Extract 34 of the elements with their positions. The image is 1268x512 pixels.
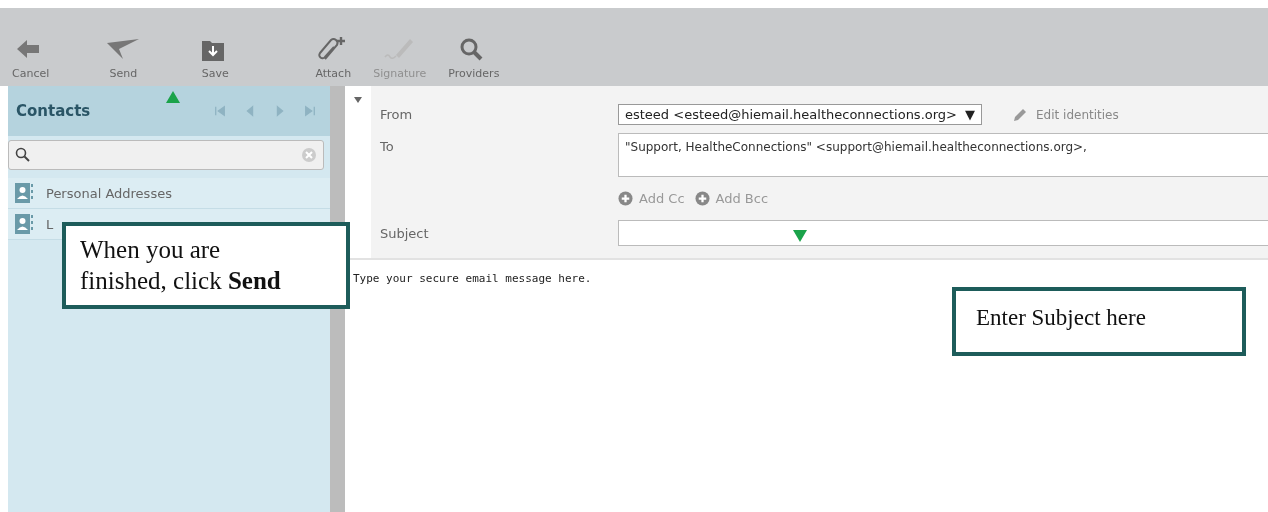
plus-circle-icon <box>694 191 710 206</box>
save-button[interactable]: Save <box>191 35 240 80</box>
add-recipient-button[interactable]: Add Cc <box>618 191 685 206</box>
first-page-icon[interactable] <box>214 104 226 118</box>
send-button[interactable]: Send <box>99 35 148 80</box>
pointer-arrow-icon <box>793 230 807 242</box>
to-label: To <box>379 138 395 156</box>
pencil-icon <box>1012 106 1028 123</box>
contacts-title: Contacts <box>16 102 91 120</box>
cancel-button[interactable]: Cancel <box>6 35 56 80</box>
edit-identities-link[interactable]: Edit identities <box>1012 106 1119 123</box>
to-field[interactable]: "Support, HealtheConnections" <support@hiemail.healtheconnections.org>, <box>618 133 1268 177</box>
search-icon <box>15 147 31 163</box>
from-label: From <box>379 106 414 124</box>
subject-field[interactable] <box>618 220 1268 246</box>
collapse-caret-icon[interactable] <box>353 96 363 104</box>
search-field[interactable] <box>8 140 324 170</box>
address-book-item[interactable]: L <box>14 213 54 235</box>
from-select[interactable]: esteed <esteed@hiemail.healtheconnections.org> ▼ <box>618 104 982 125</box>
message-body-text[interactable]: Type your secure email message here. <box>353 272 592 285</box>
search-button[interactable]: Providers <box>442 35 506 80</box>
clear-icon[interactable] <box>301 147 317 163</box>
address-book-icon <box>14 182 36 204</box>
address-book-icon <box>14 213 36 235</box>
next-page-icon[interactable] <box>274 104 286 118</box>
callout-tooltip: Enter Subject here <box>952 287 1246 356</box>
last-page-icon[interactable] <box>304 104 316 118</box>
pointer-arrow-icon <box>166 91 180 103</box>
add-recipient-button[interactable]: Add Bcc <box>694 191 769 206</box>
subject-label: Subject <box>379 224 430 243</box>
attach-button[interactable]: Attach <box>309 35 358 80</box>
previous-page-icon[interactable] <box>244 104 256 118</box>
callout-tooltip: When you are finished, click Send <box>62 222 350 309</box>
plus-circle-icon <box>618 191 633 206</box>
